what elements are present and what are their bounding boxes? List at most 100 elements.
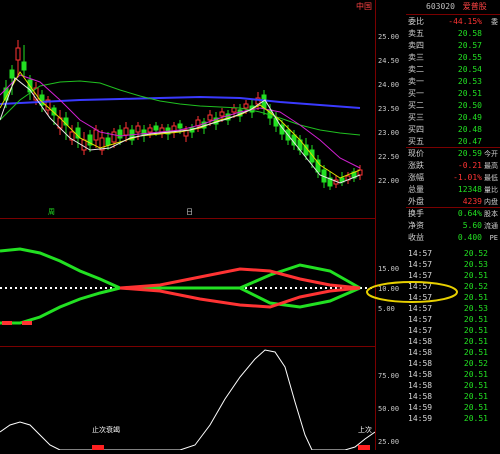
stock-name[interactable]: 爱普股 — [463, 2, 487, 11]
quote-row[interactable]: 卖五 20.58 — [406, 28, 500, 40]
axis-label: 22.00 — [378, 177, 400, 185]
axis-label: 75.00 — [378, 372, 400, 380]
quote-row-value: -44.15% — [448, 17, 482, 26]
tick-row[interactable]: 14:58 20.52 — [406, 358, 500, 369]
quote-row[interactable]: 委比 -44.15% 委 — [406, 16, 500, 28]
quote-row[interactable]: 卖一 20.53 — [406, 76, 500, 88]
day-marker-1: 周 — [48, 208, 55, 216]
quote-row[interactable]: 买三 20.49 — [406, 112, 500, 124]
tick-row[interactable]: 14:58 20.51 — [406, 380, 500, 391]
quote-row-value: 20.50 — [457, 101, 482, 110]
quote-row-ext: 股本 — [484, 210, 498, 218]
tick-row[interactable]: 14:57 20.51 — [406, 270, 500, 281]
candle-body — [231, 107, 237, 113]
quote-row-label: 现价 — [408, 149, 424, 158]
tick-row[interactable]: 14:57 20.51 — [406, 325, 500, 336]
quote-row[interactable]: 收益 0.400 PE — [406, 232, 500, 244]
tick-time: 14:58 — [408, 381, 433, 390]
tick-time: 14:57 — [408, 282, 433, 291]
quote-row-label: 涨跌 — [408, 161, 424, 170]
osc-red-marker-1 — [92, 445, 104, 450]
tick-row[interactable]: 14:58 20.51 — [406, 336, 500, 347]
axis-label: 24.50 — [378, 57, 400, 65]
price-candlestick-panel[interactable]: 周 日 — [0, 0, 375, 219]
quote-row-label: 卖五 — [408, 29, 424, 38]
quote-row-value: -1.01% — [453, 173, 482, 182]
tick-price: 20.52 — [463, 249, 488, 258]
price-axis: 25.00 24.50 24.00 23.50 23.00 22.50 22.0… — [375, 0, 407, 450]
quote-row-value: 20.51 — [457, 89, 482, 98]
tick-price: 20.52 — [463, 282, 488, 291]
quote-row-ext: PE — [489, 234, 498, 242]
quote-row-ext: 流通 — [484, 222, 498, 230]
quote-row[interactable]: 买四 20.48 — [406, 124, 500, 136]
tick-row[interactable]: 14:57 20.53 — [406, 303, 500, 314]
quote-row[interactable]: 卖二 20.54 — [406, 64, 500, 76]
tick-time: 14:57 — [408, 260, 433, 269]
tick-time: 14:58 — [408, 392, 433, 401]
oscillator-chart-svg — [0, 349, 376, 451]
indicator-red-block — [22, 321, 32, 325]
candle-body — [207, 114, 213, 121]
candle-body — [21, 61, 27, 71]
quote-row[interactable]: 换手 0.64% 股本 — [406, 208, 500, 220]
tick-row[interactable]: 14:59 20.51 — [406, 402, 500, 413]
quote-row-value: 20.55 — [457, 53, 482, 62]
axis-label: 25.00 — [378, 33, 400, 41]
quote-row-value: 0.400 — [457, 233, 482, 242]
candle-body — [93, 129, 99, 141]
tick-price: 20.53 — [463, 260, 488, 269]
tick-price: 20.51 — [463, 293, 488, 302]
tick-row[interactable]: 14:57 20.53 — [406, 259, 500, 270]
quote-row[interactable]: 卖三 20.55 — [406, 52, 500, 64]
tick-time: 14:59 — [408, 403, 433, 412]
stock-code[interactable]: 603020 — [426, 2, 455, 11]
tick-price: 20.51 — [463, 315, 488, 324]
tick-row[interactable]: 14:58 20.51 — [406, 369, 500, 380]
ma-white-line — [0, 77, 361, 184]
quote-row[interactable]: 买一 20.51 — [406, 88, 500, 100]
tick-row[interactable]: 14:57 20.52 — [406, 281, 500, 292]
indicator-panel[interactable] — [0, 219, 375, 347]
tick-time: 14:58 — [408, 337, 433, 346]
tick-row[interactable]: 14:57 20.51 — [406, 314, 500, 325]
candle-body — [123, 127, 129, 136]
quote-row-label: 买四 — [408, 125, 424, 134]
tick-price: 20.51 — [463, 381, 488, 390]
quote-row-value: -0.21 — [457, 161, 482, 170]
axis-label: 15.00 — [378, 265, 400, 273]
axis-label: 23.00 — [378, 129, 400, 137]
osc-label-left: 止次衰竭 — [92, 426, 120, 434]
indicator-red-block — [2, 321, 12, 325]
quote-row-label: 买三 — [408, 113, 424, 122]
quote-row[interactable]: 净资 5.60 流通 — [406, 220, 500, 232]
candle-body — [177, 123, 183, 129]
tick-time: 14:58 — [408, 370, 433, 379]
quote-row[interactable]: 买二 20.50 — [406, 100, 500, 112]
candle-body — [135, 125, 141, 133]
quote-row-value: 20.59 — [457, 149, 482, 158]
tick-row[interactable]: 14:57 20.52 — [406, 248, 500, 259]
tick-price: 20.51 — [463, 392, 488, 401]
day-marker-2: 日 — [186, 208, 193, 216]
axis-label: 24.00 — [378, 81, 400, 89]
quote-row[interactable]: 涨跌 -0.21 最高 — [406, 160, 500, 172]
tick-time: 14:57 — [408, 304, 433, 313]
quote-row[interactable]: 涨幅 -1.01% 最低 — [406, 172, 500, 184]
quote-row-label: 净资 — [408, 221, 424, 230]
tick-price: 20.52 — [463, 359, 488, 368]
tick-row[interactable]: 14:58 20.51 — [406, 347, 500, 358]
tick-row[interactable]: 14:58 20.51 — [406, 391, 500, 402]
tick-time: 14:57 — [408, 249, 433, 258]
tick-row[interactable]: 14:59 20.51 — [406, 413, 500, 424]
candle-body — [243, 103, 249, 109]
candle-body — [141, 129, 147, 136]
oscillator-panel[interactable]: 止次衰竭 上次 — [0, 347, 376, 451]
quote-row[interactable]: 总量 12348 量比 — [406, 184, 500, 196]
tick-row[interactable]: 14:57 20.51 — [406, 292, 500, 303]
quote-header-flag: 中国 — [356, 2, 372, 11]
quote-row-label: 卖一 — [408, 77, 424, 86]
quote-row[interactable]: 现价 20.59 今开 — [406, 148, 500, 160]
osc-red-marker-2 — [358, 445, 370, 450]
quote-row[interactable]: 卖四 20.57 — [406, 40, 500, 52]
